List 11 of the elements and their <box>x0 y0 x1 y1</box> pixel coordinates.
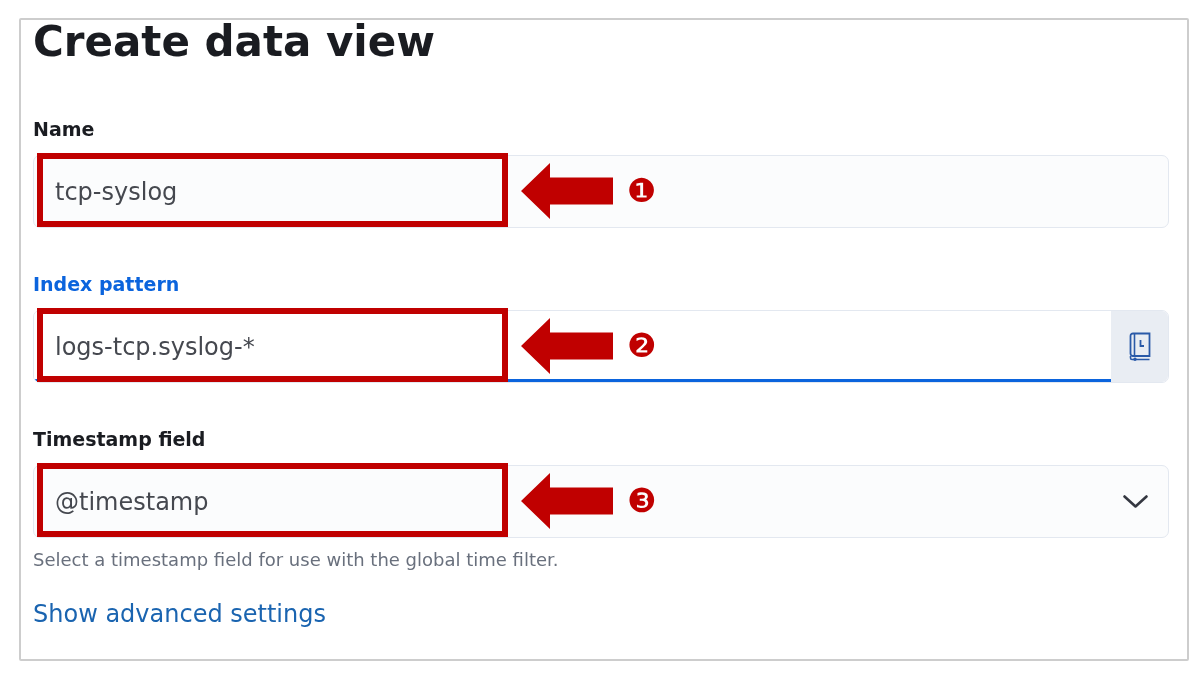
help-text: Select a timestamp field for use with the global time filter. <box>33 549 559 571</box>
chevron-down-icon <box>1123 495 1148 508</box>
field-label: Timestamp field <box>33 427 206 451</box>
page-title: Create data view <box>33 17 436 67</box>
left-arrow-icon <box>521 163 613 219</box>
callout-number: ❸ <box>627 483 657 519</box>
field-label: Name <box>33 117 95 141</box>
field-label: Index pattern <box>33 272 180 296</box>
advanced-settings-link[interactable]: Show advanced settings <box>33 599 326 629</box>
callout-number: ❶ <box>627 173 657 209</box>
left-arrow-icon <box>521 473 613 529</box>
